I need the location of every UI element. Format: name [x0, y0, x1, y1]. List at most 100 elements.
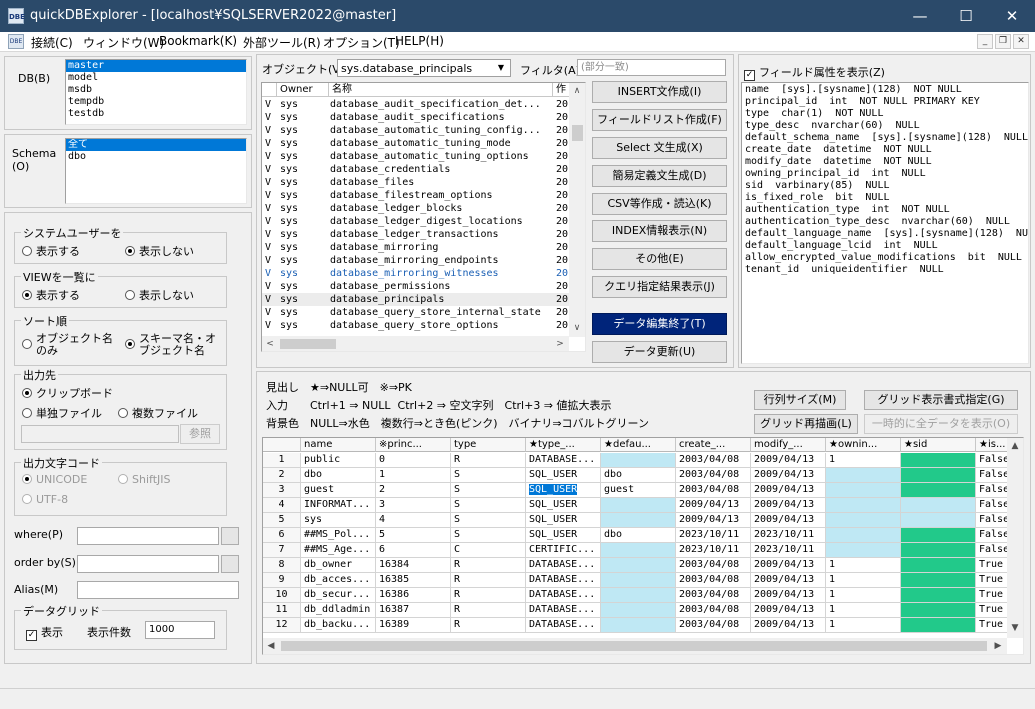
grid-cell[interactable]: 2009/04/13 [751, 588, 826, 603]
grid-col-header[interactable]: ※princ... [376, 438, 451, 452]
grid-cell[interactable]: dbo [601, 468, 676, 483]
grid-cell[interactable]: S [451, 528, 526, 543]
grid-row[interactable]: 12 db_backu... 16389 R DATABASE... 2003/04/08… [263, 618, 1023, 633]
grid-hscroll-thumb[interactable] [281, 641, 987, 651]
output-path-field[interactable] [21, 425, 179, 443]
grid-format-button[interactable]: グリッド表示書式指定(G) [864, 390, 1018, 410]
mdi-minimize-icon[interactable]: _ [977, 34, 993, 49]
grid-cell[interactable]: 2023/10/11 [676, 528, 751, 543]
grid-cell[interactable]: 1 [376, 468, 451, 483]
query-result-button[interactable]: クエリ指定結果表示(J) [592, 276, 727, 298]
grid-cell[interactable] [601, 603, 676, 618]
grid-row[interactable]: 3 guest 2 S SQL_USER guest 2003/04/08 2009/04/1… [263, 483, 1023, 498]
orderby-input[interactable] [77, 555, 219, 573]
grid-cell[interactable]: 1 [826, 588, 901, 603]
grid-vscroll[interactable]: ▲ ▼ [1007, 438, 1023, 638]
sort-object-name-radio[interactable]: オブジェクト名 のみ [22, 333, 113, 357]
grid-cell[interactable]: DATABASE... [526, 603, 601, 618]
grid-rownum-header[interactable] [263, 438, 301, 452]
grid-cell[interactable]: public [301, 453, 376, 468]
grid-col-header[interactable]: ★ownin... [826, 438, 901, 452]
grid-row[interactable]: 10 db_secur... 16386 R DATABASE... 2003/04/08… [263, 588, 1023, 603]
grid-cell[interactable] [901, 528, 976, 543]
grid-cell[interactable]: 0 [376, 453, 451, 468]
schema-list-item[interactable]: dbo [66, 151, 246, 163]
db-list-item[interactable]: testdb [66, 108, 246, 120]
grid-cell[interactable]: S [451, 483, 526, 498]
grid-cell[interactable]: 2009/04/13 [751, 483, 826, 498]
grid-cell[interactable] [601, 573, 676, 588]
grid-cell[interactable]: sys [301, 513, 376, 528]
grid-cell[interactable]: 2023/10/11 [676, 543, 751, 558]
grid-cell[interactable]: 2009/04/13 [751, 573, 826, 588]
object-row[interactable]: Vsys database_credentials 20 [262, 163, 569, 176]
grid-redraw-button[interactable]: グリッド再描画(L) [754, 414, 858, 434]
field-attr-checkbox[interactable]: ✓ フィールド属性を表示(Z) [744, 64, 885, 81]
grid-cell[interactable]: 2009/04/13 [751, 513, 826, 528]
grid-cell[interactable] [826, 543, 901, 558]
grid-cell[interactable]: 2003/04/08 [676, 573, 751, 588]
grid-cell[interactable] [901, 498, 976, 513]
object-row[interactable]: Vsys database_mirroring 20 [262, 241, 569, 254]
object-list[interactable]: Owner 名称 作 Vsys database_audit_specificat… [261, 82, 586, 352]
menu-help[interactable]: HELP(H) [395, 34, 444, 48]
grid-cell[interactable] [601, 588, 676, 603]
grid-cell[interactable] [601, 453, 676, 468]
close-icon[interactable]: ✕ [989, 0, 1035, 32]
object-row[interactable]: Vsys database_automatic_tuning_config... 2… [262, 124, 569, 137]
grid-scroll-left-icon[interactable]: ◀ [263, 638, 279, 654]
grid-hscroll[interactable]: ◀ ▶ [263, 638, 1007, 654]
grid-row[interactable]: 7 ##MS_Age... 6 C CERTIFIC... 2023/10/11 2023/… [263, 543, 1023, 558]
grid-cell[interactable]: 2003/04/08 [676, 618, 751, 633]
mdi-restore-icon[interactable]: ❐ [995, 34, 1011, 49]
grid-cell[interactable]: S [451, 513, 526, 528]
grid-cell[interactable]: 2009/04/13 [676, 513, 751, 528]
end-data-edit-button[interactable]: データ編集終了(T) [592, 313, 727, 335]
menu-connect[interactable]: 接続(C) [31, 34, 73, 51]
grid-cell[interactable]: SQL_USER [526, 498, 601, 513]
filter-input[interactable]: (部分一致) [577, 59, 726, 76]
grid-scroll-right-icon[interactable]: ▶ [990, 638, 1006, 654]
grid-cell[interactable]: R [451, 453, 526, 468]
grid-col-header[interactable]: name [301, 438, 376, 452]
db-listbox[interactable]: master model msdb tempdb testdb [65, 59, 247, 125]
schema-list-item[interactable]: 全て [66, 139, 246, 151]
scroll-left-icon[interactable]: < [262, 336, 278, 351]
object-row[interactable]: Vsys database_mirroring_endpoints 20 [262, 254, 569, 267]
db-list-item[interactable]: master [66, 60, 246, 72]
grid-cell[interactable]: 3 [376, 498, 451, 513]
grid-cell[interactable]: 1 [826, 558, 901, 573]
grid-cell[interactable]: 2023/10/11 [751, 528, 826, 543]
object-row[interactable]: Vsys database_audit_specification_det... 2… [262, 98, 569, 111]
grid-cell[interactable]: db_backu... [301, 618, 376, 633]
object-row[interactable]: Vsys database_query_store_options 20 [262, 319, 569, 332]
object-row[interactable]: Vsys database_automatic_tuning_mode 20 [262, 137, 569, 150]
grid-cell[interactable] [601, 543, 676, 558]
grid-cell[interactable]: guest [601, 483, 676, 498]
grid-cell[interactable]: 2003/04/08 [676, 453, 751, 468]
grid-cell[interactable]: guest [301, 483, 376, 498]
show-all-data-button[interactable]: 一時的に全データを表示(O) [864, 414, 1018, 434]
object-row[interactable]: Vsys database_files 20 [262, 176, 569, 189]
grid-cell[interactable] [826, 513, 901, 528]
grid-row[interactable]: 11 db_ddladmin 16387 R DATABASE... 2003/04/08… [263, 603, 1023, 618]
grid-scroll-up-icon[interactable]: ▲ [1007, 438, 1023, 454]
where-input[interactable] [77, 527, 219, 545]
ddl-generate-button[interactable]: 簡易定義文生成(D) [592, 165, 727, 187]
field-list[interactable]: name [sys].[sysname](128) NOT NULL princi… [741, 82, 1029, 364]
db-list-item[interactable]: tempdb [66, 96, 246, 108]
grid-col-header[interactable]: type [451, 438, 526, 452]
select-sql-button[interactable]: Select 文生成(X) [592, 137, 727, 159]
alias-input[interactable] [77, 581, 239, 599]
grid-cell[interactable] [901, 543, 976, 558]
object-list-hscroll[interactable]: < > [262, 336, 569, 351]
grid-cell[interactable]: 16384 [376, 558, 451, 573]
grid-cell[interactable]: INFORMAT... [301, 498, 376, 513]
csv-export-button[interactable]: CSV等作成・読込(K) [592, 193, 727, 215]
grid-cell[interactable]: 5 [376, 528, 451, 543]
grid-cell[interactable]: 2009/04/13 [751, 453, 826, 468]
scroll-right-icon[interactable]: > [552, 336, 568, 351]
sort-schema-object-radio[interactable]: スキーマ名・オ ブジェクト名 [125, 333, 216, 357]
object-row[interactable]: Vsys database_mirroring_witnesses 20 [262, 267, 569, 280]
col-owner-header[interactable]: Owner [277, 83, 329, 97]
